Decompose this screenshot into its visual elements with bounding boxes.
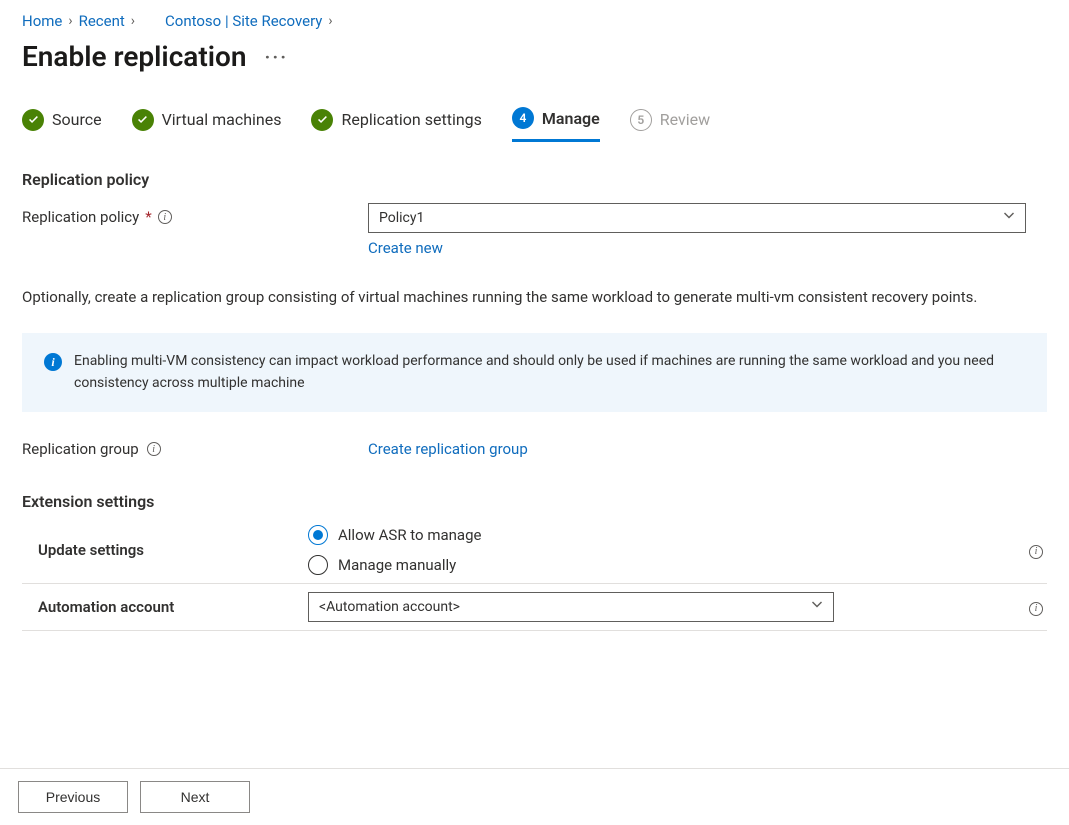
info-banner-text: Enabling multi-VM consistency can impact…: [74, 351, 1025, 394]
check-icon: [22, 109, 44, 131]
info-icon: i: [44, 353, 62, 371]
breadcrumb-home[interactable]: Home: [22, 12, 62, 30]
replication-group-intro: Optionally, create a replication group c…: [22, 285, 1022, 309]
chevron-right-icon: ›: [131, 13, 135, 29]
check-icon: [311, 109, 333, 131]
radio-icon: [308, 555, 328, 575]
info-banner-multivm: i Enabling multi-VM consistency can impa…: [22, 333, 1047, 412]
wizard-steps: Source Virtual machines Replication sett…: [22, 107, 1047, 142]
create-new-policy-link[interactable]: Create new: [368, 239, 443, 257]
automation-account-select[interactable]: <Automation account>: [308, 592, 834, 622]
replication-group-label: Replication group: [22, 440, 139, 458]
breadcrumb: Home › Recent › Contoso | Site Recovery …: [22, 12, 1047, 30]
step-source[interactable]: Source: [22, 109, 102, 141]
previous-button[interactable]: Previous: [18, 781, 128, 813]
breadcrumb-recent[interactable]: Recent: [79, 12, 125, 30]
automation-account-label: Automation account: [22, 598, 308, 616]
page-title: Enable replication ···: [22, 40, 1047, 73]
replication-policy-select[interactable]: Policy1: [368, 203, 1026, 233]
radio-icon: [308, 525, 328, 545]
select-value: Policy1: [379, 210, 424, 226]
radio-manage-manually[interactable]: Manage manually: [308, 555, 481, 575]
info-icon[interactable]: i: [147, 442, 161, 456]
row-automation-account: Automation account <Automation account> …: [22, 584, 1047, 631]
check-icon: [132, 109, 154, 131]
more-actions-button[interactable]: ···: [265, 45, 289, 69]
update-settings-label: Update settings: [22, 541, 308, 559]
info-icon[interactable]: i: [1029, 545, 1043, 559]
select-value: <Automation account>: [319, 599, 460, 615]
radio-label: Manage manually: [338, 556, 456, 574]
info-icon[interactable]: i: [158, 210, 172, 224]
field-label: Replication policy: [22, 208, 139, 226]
step-number-icon: 4: [512, 107, 534, 129]
section-heading-replication-policy: Replication policy: [22, 170, 1047, 189]
breadcrumb-vault[interactable]: Contoso | Site Recovery: [165, 12, 322, 30]
step-number-icon: 5: [630, 109, 652, 131]
next-button[interactable]: Next: [140, 781, 250, 813]
field-replication-policy: Replication policy * i Policy1: [22, 203, 1047, 233]
chevron-right-icon: ›: [328, 13, 332, 29]
create-replication-group-link[interactable]: Create replication group: [368, 440, 528, 458]
step-review[interactable]: 5 Review: [630, 109, 710, 141]
info-icon[interactable]: i: [1029, 602, 1043, 616]
step-virtual-machines[interactable]: Virtual machines: [132, 109, 282, 141]
row-update-settings: Update settings Allow ASR to manage Mana…: [22, 517, 1047, 584]
page-title-text: Enable replication: [22, 40, 247, 73]
wizard-footer: Previous Next: [0, 768, 1069, 825]
chevron-down-icon: [1003, 210, 1015, 226]
radio-label: Allow ASR to manage: [338, 526, 481, 544]
step-replication-settings[interactable]: Replication settings: [311, 109, 481, 141]
chevron-right-icon: ›: [68, 13, 72, 29]
section-heading-extension-settings: Extension settings: [22, 492, 1047, 511]
required-indicator: *: [145, 208, 151, 226]
step-manage[interactable]: 4 Manage: [512, 107, 600, 142]
chevron-down-icon: [811, 599, 823, 615]
radio-allow-asr[interactable]: Allow ASR to manage: [308, 525, 481, 545]
